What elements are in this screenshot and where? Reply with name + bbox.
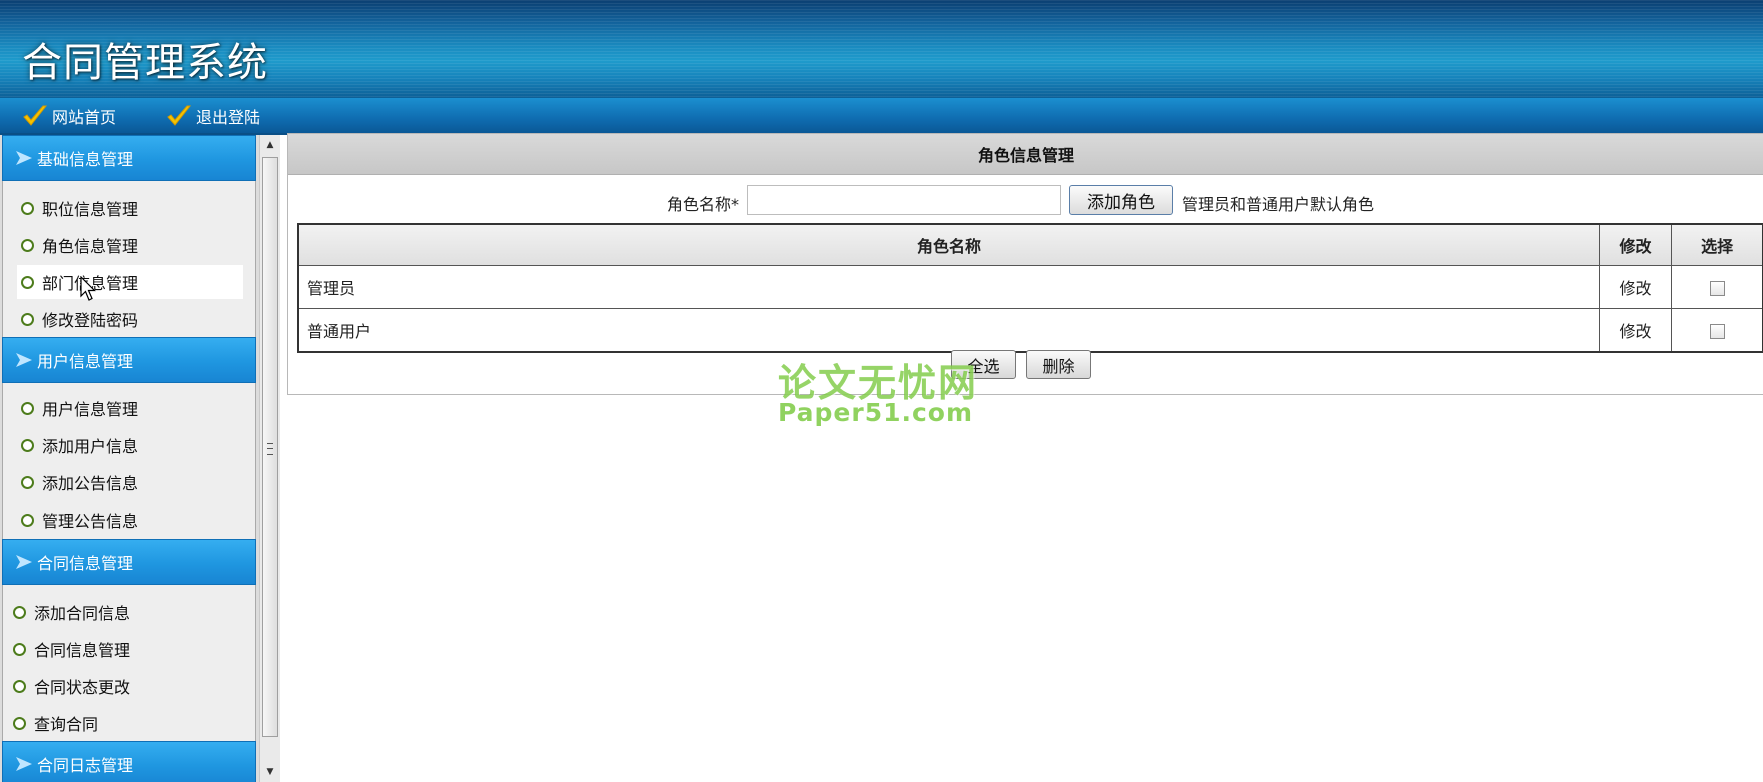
bullet-icon bbox=[21, 275, 34, 289]
sidebar-scrollbar[interactable]: ▲ ▼ bbox=[259, 135, 280, 782]
sidebar-item-label: 查询合同 bbox=[34, 715, 99, 734]
header-banner: 合同管理系统 bbox=[0, 0, 1763, 98]
sidebar-item-change-password[interactable]: 修改登陆密码 bbox=[17, 302, 243, 336]
sidebar-item-label: 部门信息管理 bbox=[42, 274, 139, 293]
sidebar-item-label: 修改登陆密码 bbox=[42, 311, 139, 330]
default-roles-note: 管理员和普通用户默认角色 bbox=[1182, 195, 1375, 214]
nav-logout-link[interactable]: 退出登陆 bbox=[166, 104, 260, 128]
sidebar-item-add-contract[interactable]: 添加合同信息 bbox=[9, 595, 235, 629]
nav-home-link[interactable]: 网站首页 bbox=[22, 104, 116, 128]
check-icon bbox=[23, 105, 48, 126]
sidebar-item-label: 管理公告信息 bbox=[42, 512, 139, 531]
role-table: 角色名称 修改 选择 管理员 修改 普通用户 修改 bbox=[297, 223, 1763, 353]
nav-home-label: 网站首页 bbox=[52, 108, 117, 127]
sidebar-group-label: 基础信息管理 bbox=[37, 150, 134, 169]
row-checkbox[interactable] bbox=[1709, 280, 1725, 296]
bullet-icon bbox=[21, 238, 34, 252]
sidebar-item-label: 添加合同信息 bbox=[34, 604, 131, 623]
sidebar-group-label: 合同日志管理 bbox=[37, 756, 134, 775]
table-header-row: 角色名称 修改 选择 bbox=[297, 223, 1763, 266]
sidebar: 基础信息管理 职位信息管理 角色信息管理 部门信息管理 修改登陆密码 用户信息管… bbox=[0, 135, 259, 782]
panel-title: 角色信息管理 bbox=[288, 134, 1763, 175]
delete-button[interactable]: 删除 bbox=[1026, 350, 1091, 379]
scroll-down-arrow-icon[interactable]: ▼ bbox=[262, 764, 278, 780]
grip-icon bbox=[267, 443, 273, 455]
sidebar-item-label: 添加公告信息 bbox=[42, 474, 139, 493]
sidebar-item-position-info[interactable]: 职位信息管理 bbox=[17, 191, 243, 225]
role-name-label: 角色名称* bbox=[667, 195, 740, 214]
sidebar-item-label: 添加用户信息 bbox=[42, 437, 139, 456]
sidebar-item-label: 合同状态更改 bbox=[34, 678, 131, 697]
watermark-en: Paper51.com bbox=[778, 398, 974, 427]
sidebar-item-add-user[interactable]: 添加用户信息 bbox=[17, 428, 243, 462]
sidebar-item-label: 合同信息管理 bbox=[34, 641, 131, 660]
sidebar-item-label: 角色信息管理 bbox=[42, 237, 139, 256]
sidebar-group-contract-info[interactable]: 合同信息管理 bbox=[2, 539, 256, 585]
sidebar-item-manage-notice[interactable]: 管理公告信息 bbox=[17, 503, 243, 537]
select-cell bbox=[1671, 308, 1763, 353]
bullet-icon bbox=[13, 605, 26, 619]
check-icon bbox=[167, 105, 192, 126]
sidebar-item-contract-status[interactable]: 合同状态更改 bbox=[9, 669, 235, 703]
sidebar-item-label: 职位信息管理 bbox=[42, 200, 139, 219]
sidebar-group-contract-items: 添加合同信息 合同信息管理 合同状态更改 查询合同 bbox=[2, 585, 256, 741]
sidebar-group-basic-items: 职位信息管理 角色信息管理 部门信息管理 修改登陆密码 bbox=[2, 181, 256, 337]
sidebar-item-department-info[interactable]: 部门信息管理 bbox=[17, 265, 243, 299]
nav-logout-label: 退出登陆 bbox=[196, 108, 261, 127]
role-name-cell: 管理员 bbox=[297, 265, 1600, 309]
sidebar-group-basic-info[interactable]: 基础信息管理 bbox=[2, 135, 256, 181]
top-nav: 网站首页 退出登陆 bbox=[0, 98, 1763, 135]
row-checkbox[interactable] bbox=[1709, 323, 1725, 339]
table-actions: 全选 删除 bbox=[288, 350, 1763, 380]
table-row: 管理员 修改 bbox=[297, 265, 1763, 309]
bullet-icon bbox=[21, 513, 34, 527]
role-name-input[interactable] bbox=[747, 185, 1061, 215]
sidebar-group-contract-log[interactable]: 合同日志管理 bbox=[2, 741, 256, 782]
arrow-right-icon bbox=[16, 151, 32, 165]
add-role-button[interactable]: 添加角色 bbox=[1069, 185, 1173, 215]
arrow-right-icon bbox=[16, 757, 32, 771]
bullet-icon bbox=[21, 475, 34, 489]
column-header-select: 选择 bbox=[1671, 223, 1763, 266]
arrow-right-icon bbox=[16, 555, 32, 569]
add-role-form: 角色名称* 添加角色 管理员和普通用户默认角色 bbox=[288, 185, 1763, 217]
column-header-edit: 修改 bbox=[1598, 223, 1673, 266]
role-management-panel: 角色信息管理 角色名称* 添加角色 管理员和普通用户默认角色 角色名称 修改 选… bbox=[287, 133, 1763, 395]
sidebar-group-user-info[interactable]: 用户信息管理 bbox=[2, 337, 256, 383]
sidebar-item-role-info[interactable]: 角色信息管理 bbox=[17, 228, 243, 262]
bullet-icon bbox=[21, 438, 34, 452]
role-name-cell: 普通用户 bbox=[297, 308, 1600, 353]
sidebar-item-manage-contract[interactable]: 合同信息管理 bbox=[9, 632, 235, 666]
sidebar-group-user-items: 用户信息管理 添加用户信息 添加公告信息 管理公告信息 bbox=[2, 383, 256, 539]
scroll-up-arrow-icon[interactable]: ▲ bbox=[262, 137, 278, 153]
bullet-icon bbox=[13, 642, 26, 656]
column-header-role-name: 角色名称 bbox=[297, 223, 1600, 266]
sidebar-item-user-info[interactable]: 用户信息管理 bbox=[17, 391, 243, 425]
bullet-icon bbox=[21, 312, 34, 326]
bullet-icon bbox=[13, 716, 26, 730]
bullet-icon bbox=[21, 201, 34, 215]
arrow-right-icon bbox=[16, 353, 32, 367]
sidebar-item-add-notice[interactable]: 添加公告信息 bbox=[17, 465, 243, 499]
select-all-button[interactable]: 全选 bbox=[951, 350, 1016, 379]
bullet-icon bbox=[21, 401, 34, 415]
scrollbar-thumb[interactable] bbox=[262, 157, 278, 737]
edit-link[interactable]: 修改 bbox=[1598, 308, 1673, 353]
table-row: 普通用户 修改 bbox=[297, 308, 1763, 353]
sidebar-item-label: 用户信息管理 bbox=[42, 400, 139, 419]
bullet-icon bbox=[13, 679, 26, 693]
sidebar-group-label: 合同信息管理 bbox=[37, 554, 134, 573]
sidebar-item-query-contract[interactable]: 查询合同 bbox=[9, 706, 235, 740]
sidebar-group-label: 用户信息管理 bbox=[37, 352, 134, 371]
app-title: 合同管理系统 bbox=[22, 40, 268, 86]
edit-link[interactable]: 修改 bbox=[1598, 265, 1673, 309]
select-cell bbox=[1671, 265, 1763, 309]
